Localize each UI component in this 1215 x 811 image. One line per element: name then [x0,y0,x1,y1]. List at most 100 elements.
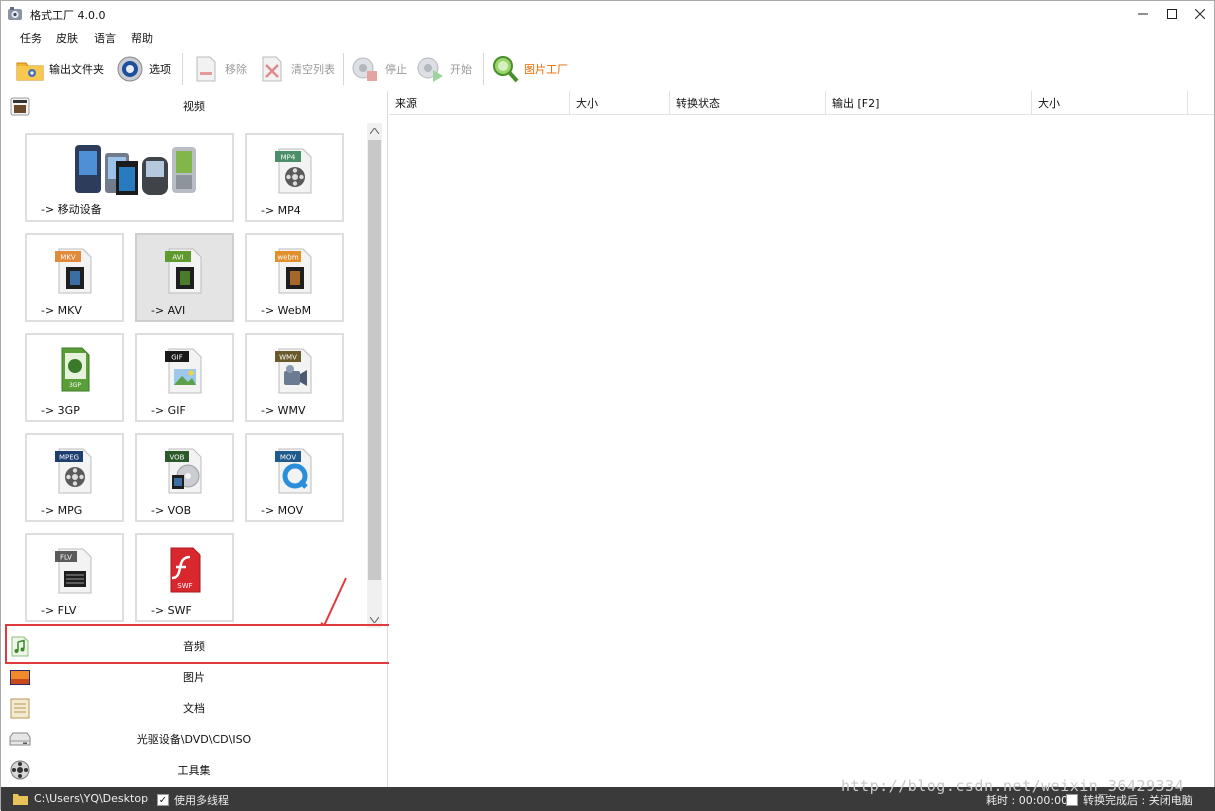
menu-skin[interactable]: 皮肤 [56,30,78,46]
column-size[interactable]: 大小 [570,91,670,115]
stop-label: 停止 [385,63,407,76]
menu-bar: 任务 皮肤 语言 帮助 [1,27,1214,47]
mp4-badge: MP4 [280,154,295,162]
start-icon [417,57,443,82]
toolbar: 输出文件夹 选项 移除 清空列表 停止 开始 图片工厂 [1,49,1214,89]
menu-help[interactable]: 帮助 [131,30,153,46]
clear-list-button[interactable]: 清空列表 [257,49,335,89]
category-panel: 视频 -> 移动设备 MP4 -> MP4 MKV -> MKV AVI -> … [1,91,391,787]
folder-icon [16,62,44,81]
tile-mobile-devices[interactable]: -> 移动设备 [25,133,234,222]
tile-label: -> 3GP [41,404,80,417]
tile-webm[interactable]: webm -> WebM [245,233,344,322]
mobile-devices-icon [74,145,196,195]
category-scrollbar[interactable] [367,123,382,628]
maximize-icon [1167,9,1177,19]
tile-flv[interactable]: FLV -> FLV [25,533,124,622]
tile-mpg[interactable]: MPEG -> MPG [25,433,124,522]
toolbar-separator [483,53,484,85]
document-category-label: 文档 [183,702,205,715]
tile-label: -> FLV [41,604,77,617]
picture-factory-label: 图片工厂 [524,63,568,76]
clear-list-icon [262,56,282,82]
scroll-thumb[interactable] [368,140,381,580]
annotation-arrow-icon [320,577,347,626]
video-format-grid: -> 移动设备 MP4 -> MP4 MKV -> MKV AVI -> AVI… [1,121,367,626]
category-document[interactable]: 文档 [1,693,387,723]
tile-mp4[interactable]: MP4 -> MP4 [245,133,344,222]
tile-vob[interactable]: VOB -> VOB [135,433,234,522]
picture-icon [10,670,30,685]
output-folder-button[interactable]: 输出文件夹 [15,49,104,89]
disc-category-label: 光驱设备\DVD\CD\ISO [136,733,252,746]
category-video[interactable]: 视频 [1,91,387,121]
start-button[interactable]: 开始 [416,49,472,89]
output-path[interactable]: C:\Users\YQ\Desktop [13,792,148,805]
3gp-badge: 3GP [68,382,80,389]
video-category-label: 视频 [183,100,205,113]
remove-file-icon [196,56,216,82]
close-icon [1195,9,1205,19]
wmv-badge: WMV [279,354,297,362]
multithread-option[interactable]: ✓ 使用多线程 [157,792,229,808]
vob-file-icon: VOB [164,448,201,494]
swf-badge: SWF [177,582,192,590]
tools-category-label: 工具集 [177,764,211,777]
tile-label: -> MOV [261,504,304,517]
menu-language[interactable]: 语言 [94,30,116,46]
close-button[interactable] [1183,1,1215,27]
mpg-file-icon: MPEG [54,448,91,494]
tile-wmv[interactable]: WMV -> WMV [245,333,344,422]
tile-swf[interactable]: SWF -> SWF [135,533,234,622]
shutdown-checkbox[interactable] [1066,794,1078,806]
magnifier-icon [493,56,519,83]
tile-label: -> MKV [41,304,82,317]
tile-gif[interactable]: GIF -> GIF [135,333,234,422]
app-logo-icon [8,7,22,20]
avi-badge: AVI [172,254,183,262]
stop-button[interactable]: 停止 [351,49,407,89]
remove-button[interactable]: 移除 [191,49,247,89]
column-output[interactable]: 输出 [F2] [826,91,1032,115]
menu-task[interactable]: 任务 [20,30,42,46]
window-title: 格式工厂 4.0.0 [30,9,106,22]
video-category-icon [10,97,30,116]
tile-label: -> GIF [151,404,186,417]
title-bar: 格式工厂 4.0.0 [1,1,1214,27]
category-tools[interactable]: 工具集 [1,755,387,785]
tile-avi[interactable]: AVI -> AVI [135,233,234,322]
mkv-file-icon: MKV [54,248,91,294]
webm-badge: webm [277,254,298,262]
toolbar-separator [343,53,344,85]
webm-file-icon: webm [274,248,311,294]
category-disc[interactable]: 光驱设备\DVD\CD\ISO [1,724,387,754]
avi-file-icon: AVI [164,248,201,294]
multithread-checkbox[interactable]: ✓ [157,794,169,806]
column-output-size[interactable]: 大小 [1032,91,1188,115]
category-image[interactable]: 图片 [1,662,387,692]
options-button[interactable]: 选项 [115,49,171,89]
toolbox-gear-icon [10,760,30,780]
tile-mov[interactable]: MOV -> MOV [245,433,344,522]
mov-file-icon: MOV [274,448,311,494]
gear-icon [117,56,143,82]
gif-badge: GIF [171,354,183,362]
flv-badge: FLV [60,554,72,562]
picture-factory-button[interactable]: 图片工厂 [490,49,568,89]
watermark: http://blog.csdn.net/weixin_36429334 [841,777,1185,795]
tile-label: -> 移动设备 [41,203,102,216]
3gp-file-icon: 3GP [61,347,89,392]
tile-3gp[interactable]: 3GP -> 3GP [25,333,124,422]
mp4-file-icon: MP4 [274,148,311,194]
scroll-up-button[interactable] [367,123,382,139]
vob-badge: VOB [169,454,184,462]
tile-mkv[interactable]: MKV -> MKV [25,233,124,322]
disc-drive-icon [9,732,31,746]
mkv-badge: MKV [60,254,76,262]
column-source[interactable]: 来源 [389,91,570,115]
start-label: 开始 [450,63,472,76]
document-icon [10,698,30,719]
tile-label: -> AVI [151,304,186,317]
column-status[interactable]: 转换状态 [670,91,826,115]
toolbar-separator [182,53,183,85]
